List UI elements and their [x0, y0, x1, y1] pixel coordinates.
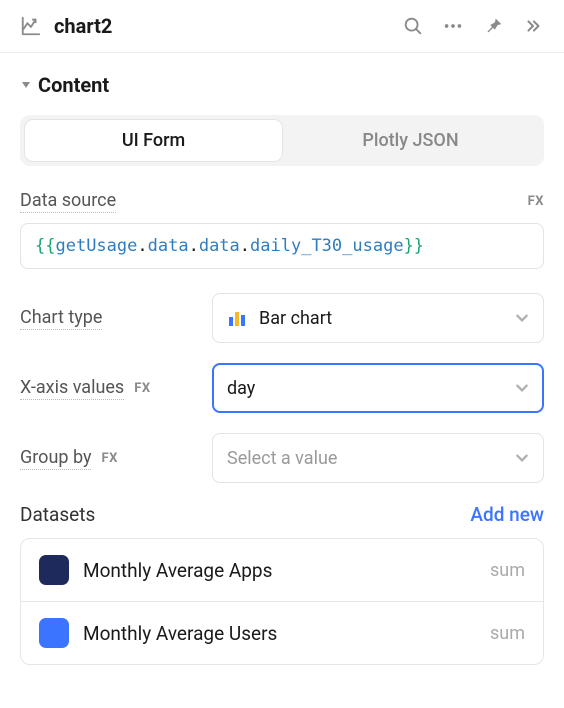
- data-source-label: Data source: [20, 190, 116, 213]
- chevron-down-icon: [515, 451, 529, 465]
- fx-badge[interactable]: FX: [528, 194, 544, 209]
- x-axis-row: X-axis values FX day: [20, 363, 544, 413]
- chart-type-row: Chart type Bar chart: [20, 293, 544, 343]
- color-swatch: [39, 555, 69, 585]
- data-source-input[interactable]: {{getUsage.data.data.daily_T30_usage}}: [20, 223, 544, 269]
- chart-type-label: Chart type: [20, 307, 102, 330]
- chart-line-icon: [20, 15, 42, 37]
- dataset-row[interactable]: Monthly Average Users sum: [21, 601, 543, 664]
- dataset-agg: sum: [490, 623, 525, 644]
- panel-title: chart2: [54, 14, 112, 38]
- pin-icon[interactable]: [482, 15, 504, 37]
- chevron-down-icon: [515, 311, 529, 325]
- x-axis-value: day: [227, 378, 503, 399]
- dataset-agg: sum: [490, 560, 525, 581]
- fx-badge[interactable]: FX: [134, 381, 150, 396]
- bar-chart-icon: [227, 308, 247, 328]
- datasets-header: Datasets Add new: [20, 503, 544, 526]
- expr-close: }}: [404, 236, 424, 256]
- chevron-down-icon: [515, 381, 529, 395]
- datasets-list: Monthly Average Apps sum Monthly Average…: [20, 538, 544, 665]
- add-new-button[interactable]: Add new: [470, 503, 544, 526]
- x-axis-select[interactable]: day: [212, 363, 544, 413]
- group-by-label: Group by: [20, 447, 91, 470]
- dataset-row[interactable]: Monthly Average Apps sum: [21, 539, 543, 601]
- expr-seg-2: data: [199, 236, 240, 256]
- search-icon[interactable]: [402, 15, 424, 37]
- fx-badge[interactable]: FX: [101, 451, 117, 466]
- expr-open: {{: [35, 236, 55, 256]
- header-left: chart2: [20, 14, 402, 38]
- dataset-name: Monthly Average Users: [83, 622, 476, 645]
- more-icon[interactable]: [442, 15, 464, 37]
- expr-seg-1: data: [148, 236, 189, 256]
- expr-seg-0: getUsage: [55, 236, 137, 256]
- panel-header: chart2: [0, 0, 564, 53]
- group-by-row: Group by FX Select a value: [20, 433, 544, 483]
- content-section: Content UI Form Plotly JSON Data source …: [0, 53, 564, 665]
- color-swatch: [39, 618, 69, 648]
- data-source-label-row: Data source FX: [20, 190, 544, 213]
- tab-plotly-json[interactable]: Plotly JSON: [282, 120, 539, 161]
- expand-icon[interactable]: [522, 15, 544, 37]
- group-by-placeholder: Select a value: [227, 448, 503, 469]
- caret-down-icon: [20, 79, 32, 91]
- section-header[interactable]: Content: [20, 73, 544, 97]
- tabs: UI Form Plotly JSON: [20, 115, 544, 166]
- header-actions: [402, 15, 544, 37]
- x-axis-label: X-axis values: [20, 377, 124, 400]
- tab-ui-form[interactable]: UI Form: [25, 120, 282, 161]
- chart-type-value: Bar chart: [259, 308, 503, 329]
- datasets-title: Datasets: [20, 503, 95, 526]
- dataset-name: Monthly Average Apps: [83, 559, 476, 582]
- expr-seg-3: daily_T30_usage: [250, 236, 404, 256]
- group-by-select[interactable]: Select a value: [212, 433, 544, 483]
- section-title: Content: [38, 73, 109, 97]
- chart-type-select[interactable]: Bar chart: [212, 293, 544, 343]
